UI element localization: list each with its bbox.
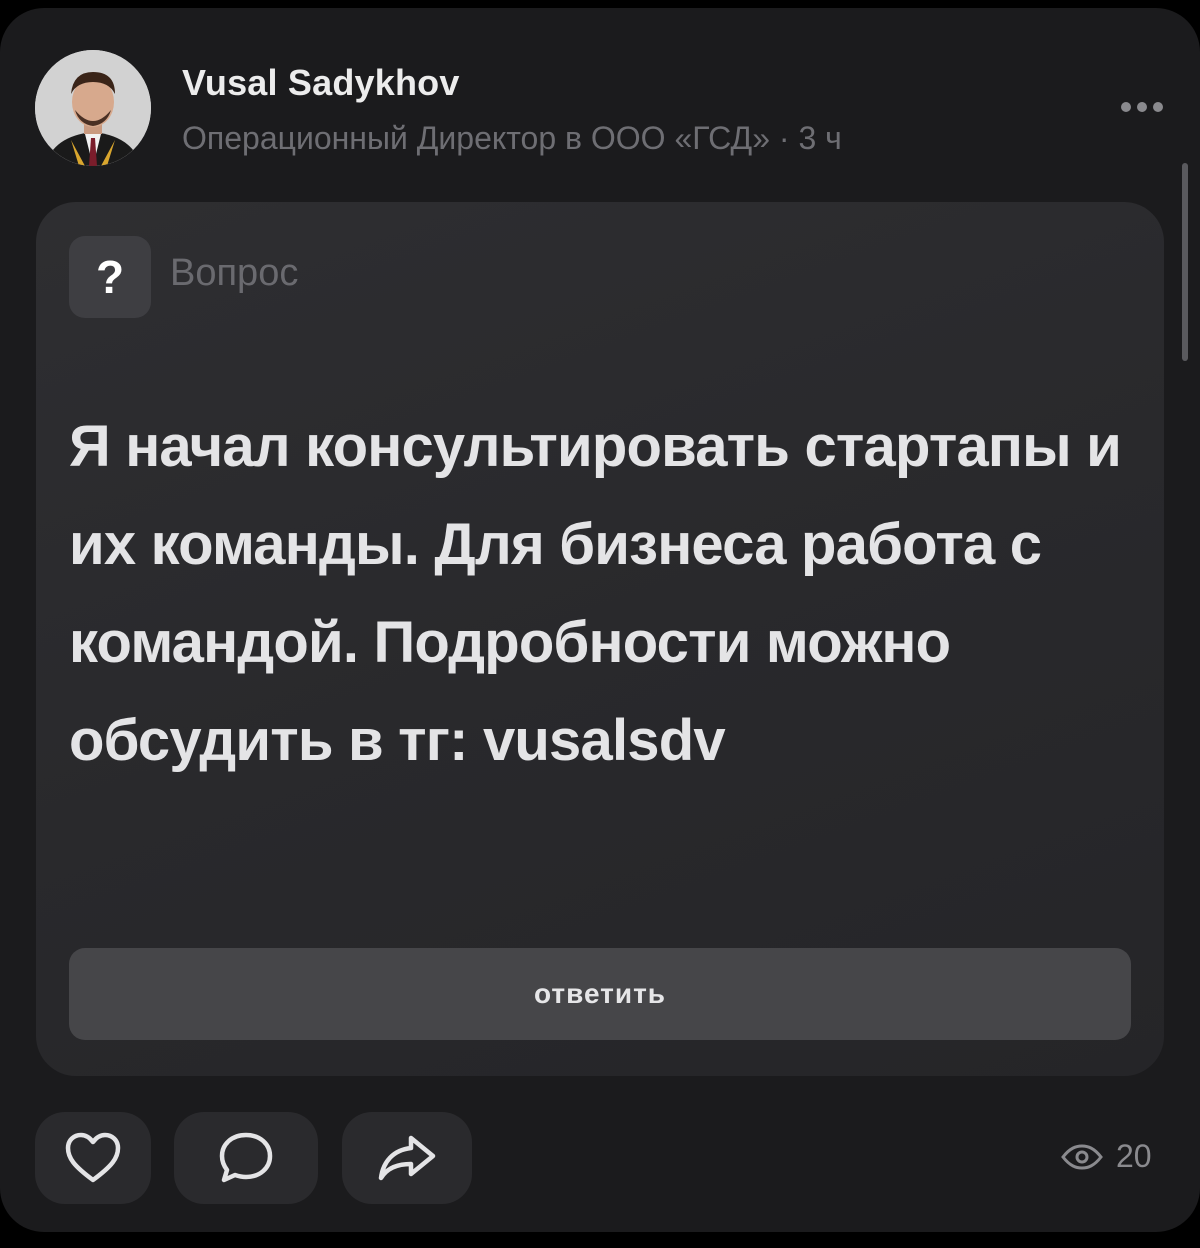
answer-button[interactable]: ответить [69, 948, 1131, 1040]
views-count: 20 [1116, 1138, 1152, 1174]
comment-button[interactable] [174, 1112, 318, 1204]
comment-icon [219, 1132, 273, 1183]
views-counter: 20 [1060, 1138, 1152, 1175]
share-button[interactable] [342, 1112, 472, 1204]
more-options-button[interactable] [1110, 92, 1174, 122]
question-text: Я начал консультировать стартапы и их ко… [69, 414, 1122, 773]
share-icon [378, 1135, 436, 1181]
author-avatar[interactable] [35, 50, 151, 166]
post-card: Vusal Sadykhov Операционный Директор в О… [0, 8, 1200, 1232]
question-card: ? Вопрос Я начал консультировать стартап… [36, 202, 1164, 1076]
more-horizontal-icon-dot [1137, 102, 1147, 112]
question-label: Вопрос [170, 252, 299, 294]
scrollbar[interactable] [1182, 163, 1188, 361]
eye-icon [1061, 1143, 1103, 1170]
more-horizontal-icon-dot [1153, 102, 1163, 112]
like-button[interactable] [35, 1112, 151, 1204]
heart-icon [65, 1132, 121, 1183]
question-mark-icon: ? [69, 236, 151, 318]
author-meta: Операционный Директор в ООО «ГСД» · 3 ч [182, 120, 842, 156]
author-name[interactable]: Vusal Sadykhov [182, 62, 460, 104]
more-horizontal-icon [1121, 102, 1131, 112]
